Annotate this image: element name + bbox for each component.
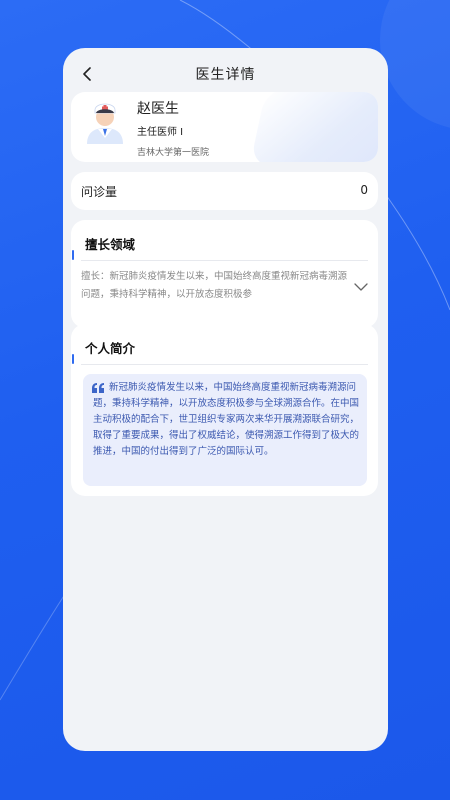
- consultation-value: 0: [360, 183, 368, 197]
- consultation-label: 问诊量: [81, 185, 118, 199]
- bio-heading-text: 个人简介: [85, 341, 136, 356]
- bio-text: 新冠肺炎疫情发生以来，中国始终高度重视新冠病毒溯源问题，秉持科学精神，以开放态度…: [93, 382, 360, 457]
- header: 医生详情: [63, 48, 388, 98]
- expertise-section: 擅长领域 擅长：新冠肺炎疫情发生以来，中国始终高度重视新冠病毒溯源问题，秉持科学…: [71, 220, 378, 328]
- bio-heading: 个人简介: [72, 338, 136, 364]
- divider: [81, 260, 368, 261]
- expertise-text: 擅长：新冠肺炎疫情发生以来，中国始终高度重视新冠病毒溯源问题，秉持科学精神，以开…: [81, 271, 348, 300]
- doctor-hospital: 吉林大学第一医院: [137, 148, 210, 158]
- section-accent-bar: [72, 354, 74, 364]
- profile-glow: [249, 92, 378, 162]
- doctor-avatar: [87, 103, 123, 144]
- doctor-detail-card: 医生详情 赵医生 主任医师 I 吉林大学第一医院 问诊量 0 擅长领域 擅长：新…: [63, 48, 388, 751]
- consultation-count-row: 问诊量 0: [71, 172, 378, 210]
- chevron-down-icon[interactable]: [354, 282, 368, 292]
- bio-quote-box: 新冠肺炎疫情发生以来，中国始终高度重视新冠病毒溯源问题，秉持科学精神，以开放态度…: [83, 374, 367, 486]
- bio-section: 个人简介 新冠肺炎疫情发生以来，中国始终高度重视新冠病毒溯源问题，秉持科学精神，…: [71, 324, 378, 496]
- doctor-profile-card[interactable]: 赵医生 主任医师 I 吉林大学第一医院: [71, 92, 378, 162]
- expertise-heading-text: 擅长领域: [85, 237, 136, 252]
- doctor-title: 主任医师 I: [137, 127, 184, 138]
- doctor-name: 赵医生: [137, 101, 179, 117]
- section-accent-bar: [72, 250, 74, 260]
- divider: [81, 364, 368, 365]
- page-title: 医生详情: [195, 67, 256, 83]
- expertise-heading: 擅长领域: [72, 234, 136, 260]
